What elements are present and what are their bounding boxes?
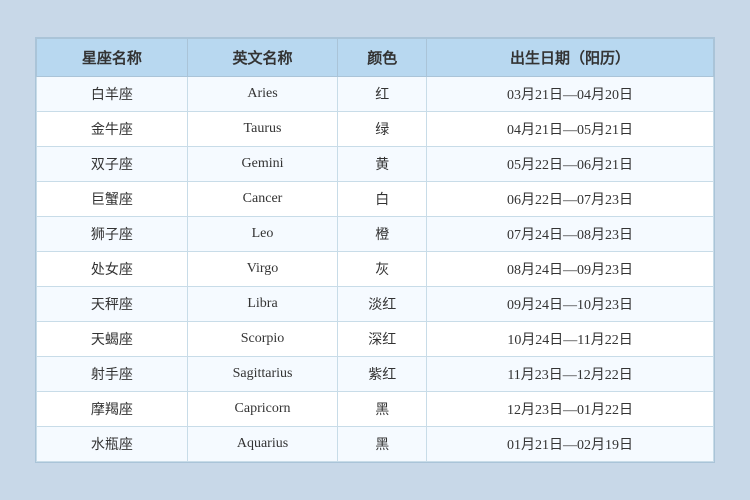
cell-dates: 06月22日—07月23日 — [427, 182, 714, 217]
header-color: 颜色 — [338, 39, 427, 77]
cell-chinese-name: 天秤座 — [37, 287, 188, 322]
cell-color: 绿 — [338, 112, 427, 147]
cell-color: 紫红 — [338, 357, 427, 392]
table-row: 射手座Sagittarius紫红11月23日—12月22日 — [37, 357, 714, 392]
cell-chinese-name: 处女座 — [37, 252, 188, 287]
zodiac-table-container: 星座名称 英文名称 颜色 出生日期（阳历） 白羊座Aries红03月21日—04… — [35, 37, 715, 463]
table-row: 白羊座Aries红03月21日—04月20日 — [37, 77, 714, 112]
cell-chinese-name: 狮子座 — [37, 217, 188, 252]
zodiac-table: 星座名称 英文名称 颜色 出生日期（阳历） 白羊座Aries红03月21日—04… — [36, 38, 714, 462]
table-row: 处女座Virgo灰08月24日—09月23日 — [37, 252, 714, 287]
table-row: 狮子座Leo橙07月24日—08月23日 — [37, 217, 714, 252]
cell-chinese-name: 水瓶座 — [37, 427, 188, 462]
cell-english-name: Aquarius — [187, 427, 338, 462]
cell-english-name: Sagittarius — [187, 357, 338, 392]
table-row: 巨蟹座Cancer白06月22日—07月23日 — [37, 182, 714, 217]
header-birth-date: 出生日期（阳历） — [427, 39, 714, 77]
cell-color: 深红 — [338, 322, 427, 357]
cell-english-name: Capricorn — [187, 392, 338, 427]
cell-dates: 10月24日—11月22日 — [427, 322, 714, 357]
cell-color: 灰 — [338, 252, 427, 287]
cell-color: 橙 — [338, 217, 427, 252]
cell-english-name: Libra — [187, 287, 338, 322]
cell-english-name: Gemini — [187, 147, 338, 182]
cell-chinese-name: 摩羯座 — [37, 392, 188, 427]
cell-dates: 09月24日—10月23日 — [427, 287, 714, 322]
table-row: 天蝎座Scorpio深红10月24日—11月22日 — [37, 322, 714, 357]
cell-color: 黑 — [338, 392, 427, 427]
cell-dates: 12月23日—01月22日 — [427, 392, 714, 427]
cell-chinese-name: 金牛座 — [37, 112, 188, 147]
cell-english-name: Aries — [187, 77, 338, 112]
cell-color: 黑 — [338, 427, 427, 462]
cell-english-name: Scorpio — [187, 322, 338, 357]
table-row: 双子座Gemini黄05月22日—06月21日 — [37, 147, 714, 182]
cell-color: 白 — [338, 182, 427, 217]
cell-english-name: Cancer — [187, 182, 338, 217]
cell-chinese-name: 双子座 — [37, 147, 188, 182]
table-row: 摩羯座Capricorn黑12月23日—01月22日 — [37, 392, 714, 427]
cell-color: 黄 — [338, 147, 427, 182]
cell-dates: 08月24日—09月23日 — [427, 252, 714, 287]
table-header-row: 星座名称 英文名称 颜色 出生日期（阳历） — [37, 39, 714, 77]
header-chinese-name: 星座名称 — [37, 39, 188, 77]
cell-chinese-name: 射手座 — [37, 357, 188, 392]
cell-color: 淡红 — [338, 287, 427, 322]
cell-english-name: Virgo — [187, 252, 338, 287]
cell-chinese-name: 白羊座 — [37, 77, 188, 112]
cell-chinese-name: 天蝎座 — [37, 322, 188, 357]
cell-english-name: Leo — [187, 217, 338, 252]
cell-dates: 05月22日—06月21日 — [427, 147, 714, 182]
cell-dates: 07月24日—08月23日 — [427, 217, 714, 252]
table-row: 天秤座Libra淡红09月24日—10月23日 — [37, 287, 714, 322]
cell-dates: 04月21日—05月21日 — [427, 112, 714, 147]
table-row: 水瓶座Aquarius黑01月21日—02月19日 — [37, 427, 714, 462]
cell-chinese-name: 巨蟹座 — [37, 182, 188, 217]
cell-dates: 11月23日—12月22日 — [427, 357, 714, 392]
cell-color: 红 — [338, 77, 427, 112]
table-row: 金牛座Taurus绿04月21日—05月21日 — [37, 112, 714, 147]
cell-dates: 01月21日—02月19日 — [427, 427, 714, 462]
cell-english-name: Taurus — [187, 112, 338, 147]
table-body: 白羊座Aries红03月21日—04月20日金牛座Taurus绿04月21日—0… — [37, 77, 714, 462]
cell-dates: 03月21日—04月20日 — [427, 77, 714, 112]
header-english-name: 英文名称 — [187, 39, 338, 77]
